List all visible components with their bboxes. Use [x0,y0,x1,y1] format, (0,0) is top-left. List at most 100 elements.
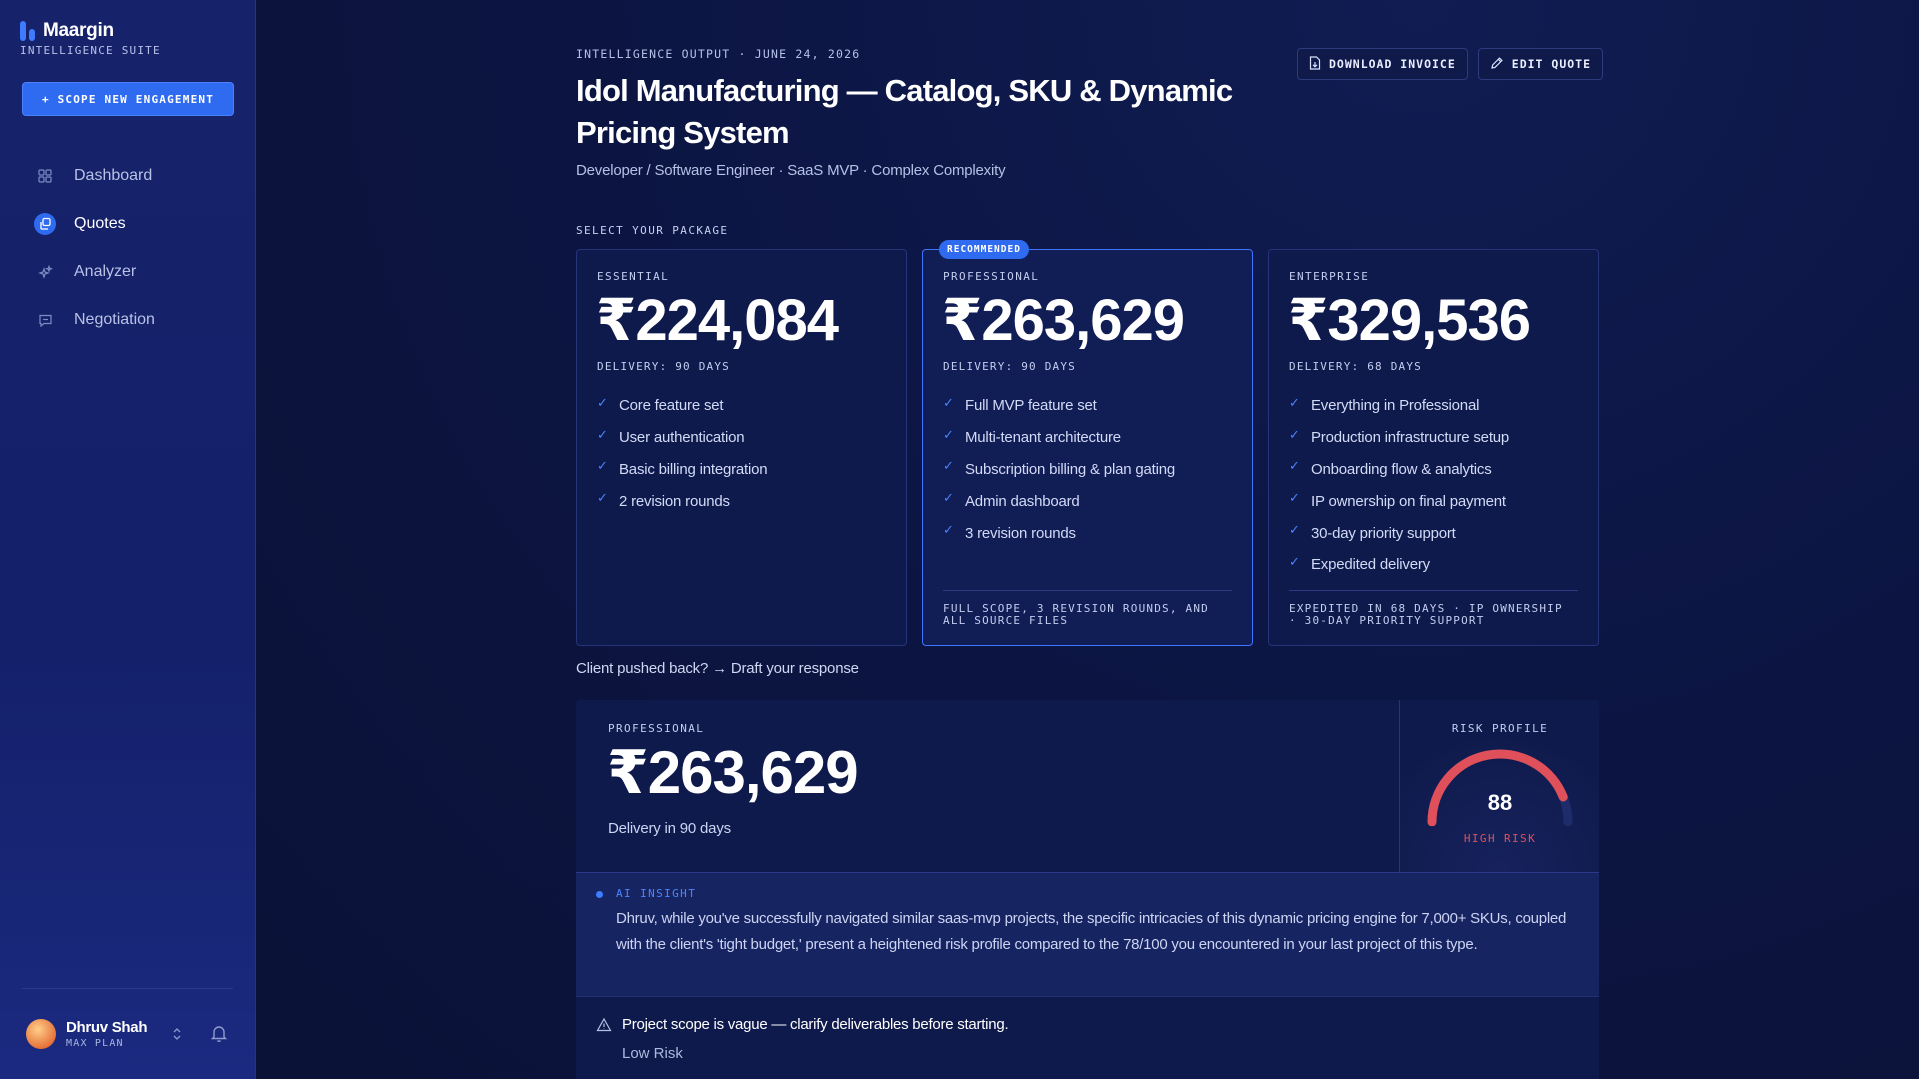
list-item: ✓ Everything in Professional [1289,394,1480,415]
chevron-up-down-icon[interactable] [170,1024,184,1044]
list-item: ✓ Admin dashboard [943,490,1080,510]
package-price: ₹329,536 [1288,288,1531,353]
package-card-enterprise[interactable]: ENTERPRISE ₹329,536 DELIVERY: 68 DAYS ✓ E… [1268,249,1599,646]
check-icon: ✓ [1289,394,1300,410]
check-icon: ✓ [943,490,954,506]
package-cards: ESSENTIAL ₹224,084 DELIVERY: 90 DAYS ✓ Co… [576,240,1599,646]
user-name: Dhruv Shah [66,1019,148,1036]
check-icon: ✓ [943,426,954,442]
package-tier: ESSENTIAL [597,270,670,283]
main-content: INTELLIGENCE OUTPUT · JUNE 24, 2026 Idol… [256,0,1919,1079]
package-tier: ENTERPRISE [1289,270,1370,283]
page-title: Idol Manufacturing — Catalog, SKU & Dyna… [576,73,1233,150]
summary-tier: PROFESSIONAL [608,722,705,735]
list-item: ✓ IP ownership on final payment [1289,490,1506,510]
list-item: ✓ Core feature set [597,394,724,415]
check-icon: ✓ [943,394,954,410]
app-subtitle: INTELLIGENCE SUITE [20,44,161,57]
check-icon: ✓ [1289,458,1300,474]
list-item: ✓ Subscription billing & plan gating [943,458,1176,478]
sidebar-item-quotes[interactable]: Quotes [22,200,234,248]
bell-icon[interactable] [208,1022,230,1044]
package-tier: PROFESSIONAL [943,270,1040,283]
risk-profile-panel: RISK PROFILE 88 HIGH RISK [1399,700,1599,872]
grid-icon [34,165,56,187]
list-item: ✓ 30-day priority support [1289,522,1456,542]
page-subtitle: Developer / Software Engineer · SaaS MVP… [576,162,1006,179]
risk-level: HIGH RISK [1463,832,1537,845]
pencil-icon [1490,56,1504,73]
edit-quote-button[interactable]: EDIT QUOTE [1477,48,1604,80]
risk-flag: Project scope is vague — clarify deliver… [576,996,1599,1079]
summary-price: ₹263,629 [607,739,859,806]
insight-label: AI INSIGHT [616,887,697,900]
chat-icon [34,309,56,331]
package-delivery: DELIVERY: 90 DAYS [943,360,1076,373]
draft-response-link[interactable]: Client pushed back? → Draft your respons… [576,660,859,677]
list-item: ✓ 3 revision rounds [943,522,1076,542]
sidebar-item-dashboard[interactable]: Dashboard [22,152,234,200]
check-icon: ✓ [1289,553,1300,569]
check-icon: ✓ [597,426,608,442]
sidebar-item-label: Analyzer [74,263,137,280]
package-footer: EXPEDITED IN 68 DAYS · IP OWNERSHIP · 30… [1289,590,1578,627]
edit-quote-label: EDIT QUOTE [1511,57,1592,71]
section-label-packages: SELECT YOUR PACKAGE [576,224,729,237]
list-item: ✓ Full MVP feature set [943,394,1097,415]
list-item: ✓ 2 revision rounds [597,490,730,510]
package-card-professional[interactable]: RECOMMENDED PROFESSIONAL ₹263,629 DELIVE… [922,240,1253,646]
package-card-essential[interactable]: ESSENTIAL ₹224,084 DELIVERY: 90 DAYS ✓ Co… [576,249,907,646]
check-icon: ✓ [597,490,608,506]
sidebar-item-negotiation[interactable]: Negotiation [22,296,234,344]
header-actions: DOWNLOAD INVOICE EDIT QUOTE [1297,48,1604,80]
ai-insight: AI INSIGHT Dhruv, while you've successfu… [576,872,1599,996]
recommended-badge: RECOMMENDED [939,240,1029,259]
list-item: ✓ Expedited delivery [1289,553,1430,574]
sidebar-item-label: Dashboard [74,167,153,184]
package-delivery: DELIVERY: 90 DAYS [597,360,730,373]
sidebar-divider [22,988,233,989]
check-icon: ✓ [943,458,954,474]
sidebar: Maargin INTELLIGENCE SUITE + SCOPE NEW E… [0,0,256,1079]
quotes-icon [34,213,56,235]
package-price: ₹263,629 [942,288,1185,353]
avatar [26,1019,56,1049]
maargin-logo-icon [20,21,35,41]
check-icon: ✓ [1289,490,1300,506]
download-invoice-label: DOWNLOAD INVOICE [1329,57,1456,71]
output-meta: INTELLIGENCE OUTPUT · JUNE 24, 2026 [576,47,861,61]
app-name: Maargin [43,20,114,41]
user-plan: MAX PLAN [66,1038,124,1049]
user-profile[interactable]: Dhruv Shah MAX PLAN [26,1014,238,1054]
brand[interactable]: Maargin INTELLIGENCE SUITE [20,20,161,57]
feature-list: ✓ Everything in Professional ✓ Production … [1289,390,1509,581]
sidebar-nav: Dashboard Quotes Analyzer Negotiation [22,152,234,344]
package-price: ₹224,084 [596,288,839,353]
package-delivery: DELIVERY: 68 DAYS [1289,360,1422,373]
insight-text: Dhruv, while you've successfully navigat… [616,910,1567,953]
list-item: ✓ Onboarding flow & analytics [1289,458,1492,478]
warning-icon [596,1017,612,1033]
list-item: ✓ Production infrastructure setup [1289,426,1510,447]
risk-score: 88 [1487,790,1513,815]
check-icon: ✓ [943,522,954,538]
scope-new-engagement-button[interactable]: + SCOPE NEW ENGAGEMENT [22,82,234,116]
package-footer: FULL SCOPE, 3 REVISION ROUNDS, AND ALL S… [943,590,1232,627]
list-item: ✓ User authentication [597,426,745,447]
file-download-icon [1309,55,1321,73]
sidebar-item-label: Quotes [74,215,126,232]
flag-level: Low Risk [622,1045,683,1062]
risk-profile-label: RISK PROFILE [1451,722,1549,735]
sparkle-icon [34,261,56,283]
selected-package-summary: PROFESSIONAL ₹263,629 Delivery in 90 day… [576,700,1599,872]
insight-dot-icon [596,891,603,898]
check-icon: ✓ [1289,522,1300,538]
flag-text: Project scope is vague — clarify deliver… [622,1016,1009,1033]
sidebar-item-label: Negotiation [74,311,155,328]
download-invoice-button[interactable]: DOWNLOAD INVOICE [1297,48,1468,80]
check-icon: ✓ [597,394,608,410]
list-item: ✓ Multi-tenant architecture [943,426,1121,447]
feature-list: ✓ Core feature set ✓ User authentication ✓… [597,390,768,517]
sidebar-item-analyzer[interactable]: Analyzer [22,248,234,296]
list-item: ✓ Basic billing integration [597,458,768,478]
